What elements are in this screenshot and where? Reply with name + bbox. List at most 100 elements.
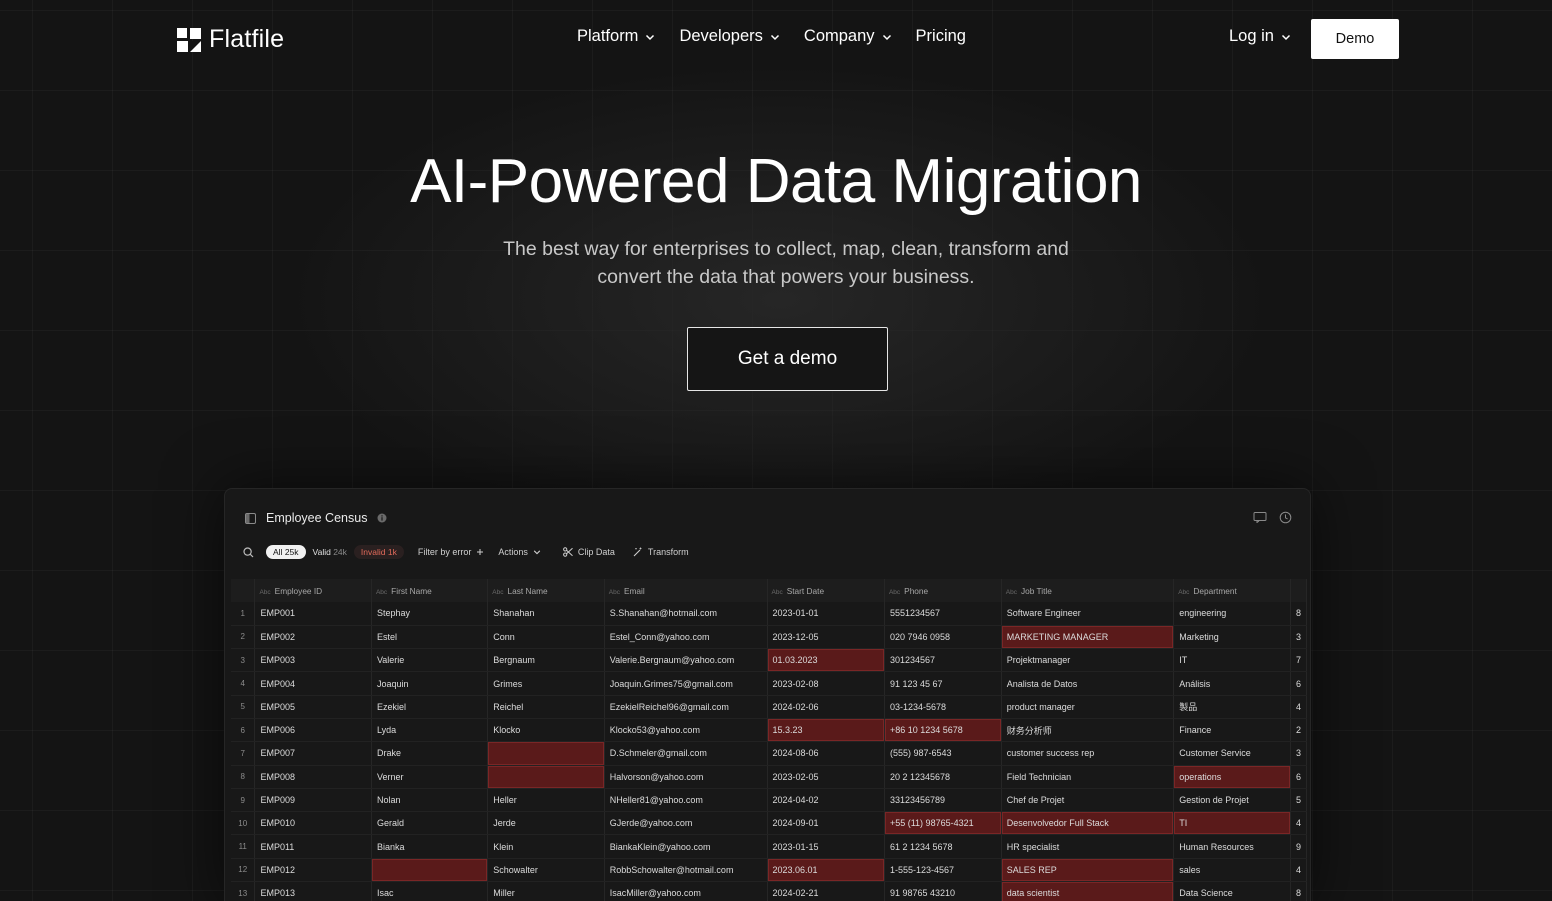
table-cell[interactable]: Field Technician <box>1001 765 1175 789</box>
table-cell[interactable]: Marketing <box>1173 625 1291 650</box>
table-cell[interactable]: 33123456789 <box>884 788 1002 813</box>
table-cell[interactable]: 20 2 12345678 <box>884 765 1002 789</box>
table-cell[interactable]: Schowalter <box>487 858 605 883</box>
table-cell[interactable]: IsacMiller@yahoo.com <box>604 881 768 901</box>
table-cell[interactable]: 5551234567 <box>884 602 1002 626</box>
table-cell[interactable]: sales <box>1173 858 1291 883</box>
table-cell[interactable]: Miller <box>487 881 605 901</box>
table-cell[interactable]: EMP001 <box>254 602 372 626</box>
table-cell[interactable]: EMP005 <box>254 695 372 719</box>
filter-valid[interactable]: Valid 24k <box>306 545 354 559</box>
table-cell[interactable]: EMP002 <box>254 625 372 650</box>
table-cell[interactable]: BiankaKlein@yahoo.com <box>604 834 768 859</box>
table-cell[interactable]: 15.3.23 <box>767 718 885 743</box>
table-cell[interactable]: Klocko <box>487 718 605 743</box>
column-header[interactable]: Abc Department <box>1173 579 1291 602</box>
filter-by-error-button[interactable]: Filter by error <box>418 547 485 557</box>
table-cell[interactable]: SALES REP <box>1001 858 1175 883</box>
column-header[interactable]: Abc Email <box>604 579 768 602</box>
table-cell[interactable]: 020 7946 0958 <box>884 625 1002 650</box>
table-cell[interactable]: 2024-08-06 <box>767 741 885 766</box>
demo-button[interactable]: Demo <box>1311 19 1399 59</box>
sidebar-toggle-icon[interactable] <box>245 512 256 524</box>
bookmark-icon[interactable] <box>1253 511 1267 524</box>
table-row[interactable]: 6 EMP006 Lyda Klocko Klocko53@yahoo.com 15.3.… <box>231 718 1308 743</box>
table-cell[interactable]: EMP004 <box>254 671 372 696</box>
table-cell[interactable]: D.Schmeler@gmail.com <box>604 741 768 766</box>
table-cell[interactable]: EMP006 <box>254 718 372 743</box>
table-cell[interactable]: 2023-12-05 <box>767 625 885 650</box>
table-cell[interactable]: Valerie.Bergnaum@yahoo.com <box>604 648 768 673</box>
table-row[interactable]: 7 EMP007 Drake D.Schmeler@gmail.com 2024-08-… <box>231 741 1308 766</box>
menu-item-pricing[interactable]: Pricing <box>916 27 966 46</box>
table-cell[interactable]: Software Engineer <box>1001 602 1175 626</box>
table-cell[interactable]: 91 98765 43210 <box>884 881 1002 901</box>
table-cell[interactable]: 4 <box>1290 811 1308 836</box>
history-icon[interactable] <box>1279 511 1292 524</box>
table-cell[interactable]: EMP012 <box>254 858 372 883</box>
transform-button[interactable]: Transform <box>633 547 689 557</box>
table-cell[interactable]: Heller <box>487 788 605 813</box>
table-cell[interactable]: EMP011 <box>254 834 372 859</box>
table-cell[interactable]: MARKETING MANAGER <box>1001 625 1175 650</box>
table-cell[interactable]: 2 <box>1290 718 1308 743</box>
table-cell[interactable]: EMP003 <box>254 648 372 673</box>
table-cell[interactable] <box>371 858 489 883</box>
table-cell[interactable]: 2023-02-05 <box>767 765 885 789</box>
table-cell[interactable]: Reichel <box>487 695 605 719</box>
table-cell[interactable]: 5 <box>1290 788 1308 813</box>
table-row[interactable]: 12 EMP012 Schowalter RobbSchowalter@hotmail… <box>231 858 1308 883</box>
table-cell[interactable]: 03-1234-5678 <box>884 695 1002 719</box>
table-cell[interactable]: Projektmanager <box>1001 648 1175 673</box>
table-cell[interactable]: Desenvolvedor Full Stack <box>1001 811 1175 836</box>
table-cell[interactable]: +55 (11) 98765-4321 <box>884 811 1002 836</box>
filter-all[interactable]: All 25k <box>266 545 306 559</box>
table-cell[interactable]: Klein <box>487 834 605 859</box>
table-cell[interactable]: Data Science <box>1173 881 1291 901</box>
table-cell[interactable]: 9 <box>1290 834 1308 859</box>
search-icon[interactable] <box>243 546 254 558</box>
table-cell[interactable]: 91 123 45 67 <box>884 671 1002 696</box>
table-row[interactable]: 3 EMP003 Valerie Bergnaum Valerie.Bergnaum@y… <box>231 648 1308 673</box>
table-cell[interactable]: Klocko53@yahoo.com <box>604 718 768 743</box>
column-header[interactable]: Abc Employee ID <box>254 579 372 602</box>
table-cell[interactable]: Ezekiel <box>371 695 489 719</box>
table-cell[interactable]: Shanahan <box>487 602 605 626</box>
table-cell[interactable]: Chef de Projet <box>1001 788 1175 813</box>
table-cell[interactable]: 2023-01-01 <box>767 602 885 626</box>
table-cell[interactable]: customer success rep <box>1001 741 1175 766</box>
table-cell[interactable]: EMP009 <box>254 788 372 813</box>
table-cell[interactable]: Estel_Conn@yahoo.com <box>604 625 768 650</box>
table-cell[interactable]: 2023-01-15 <box>767 834 885 859</box>
table-cell[interactable]: data scientist <box>1001 881 1175 901</box>
table-row[interactable]: 11 EMP011 Bianka Klein BiankaKlein@yahoo.com… <box>231 834 1308 859</box>
table-cell[interactable]: Isac <box>371 881 489 901</box>
table-cell[interactable]: 01.03.2023 <box>767 648 885 673</box>
table-cell[interactable]: Gestion de Projet <box>1173 788 1291 813</box>
table-cell[interactable]: +86 10 1234 5678 <box>884 718 1002 743</box>
table-row[interactable]: 9 EMP009 Nolan Heller NHeller81@yahoo.com 202… <box>231 788 1308 813</box>
table-cell[interactable]: 2024-09-01 <box>767 811 885 836</box>
table-cell[interactable]: 3 <box>1290 741 1308 766</box>
table-cell[interactable]: Análisis <box>1173 671 1291 696</box>
table-cell[interactable]: EMP008 <box>254 765 372 789</box>
table-cell[interactable]: EMP007 <box>254 741 372 766</box>
table-cell[interactable]: NHeller81@yahoo.com <box>604 788 768 813</box>
actions-dropdown[interactable]: Actions <box>498 547 541 557</box>
table-cell[interactable]: Joaquin <box>371 671 489 696</box>
table-cell[interactable]: RobbSchowalter@hotmail.com <box>604 858 768 883</box>
table-cell[interactable]: IT <box>1173 648 1291 673</box>
table-cell[interactable]: Halvorson@yahoo.com <box>604 765 768 789</box>
table-cell[interactable]: 4 <box>1290 858 1308 883</box>
table-row[interactable]: 2 EMP002 Estel Conn Estel_Conn@yahoo.com 2023… <box>231 625 1308 650</box>
table-cell[interactable]: product manager <box>1001 695 1175 719</box>
login-dropdown[interactable]: Log in <box>1229 27 1291 46</box>
table-cell[interactable]: Analista de Datos <box>1001 671 1175 696</box>
table-cell[interactable]: Estel <box>371 625 489 650</box>
get-demo-button[interactable]: Get a demo <box>687 327 888 391</box>
table-cell[interactable]: EMP010 <box>254 811 372 836</box>
clip-data-button[interactable]: Clip Data <box>562 547 615 557</box>
table-cell[interactable]: 4 <box>1290 695 1308 719</box>
table-cell[interactable]: S.Shanahan@hotmail.com <box>604 602 768 626</box>
table-row[interactable]: 4 EMP004 Joaquin Grimes Joaquin.Grimes75@gma… <box>231 671 1308 696</box>
